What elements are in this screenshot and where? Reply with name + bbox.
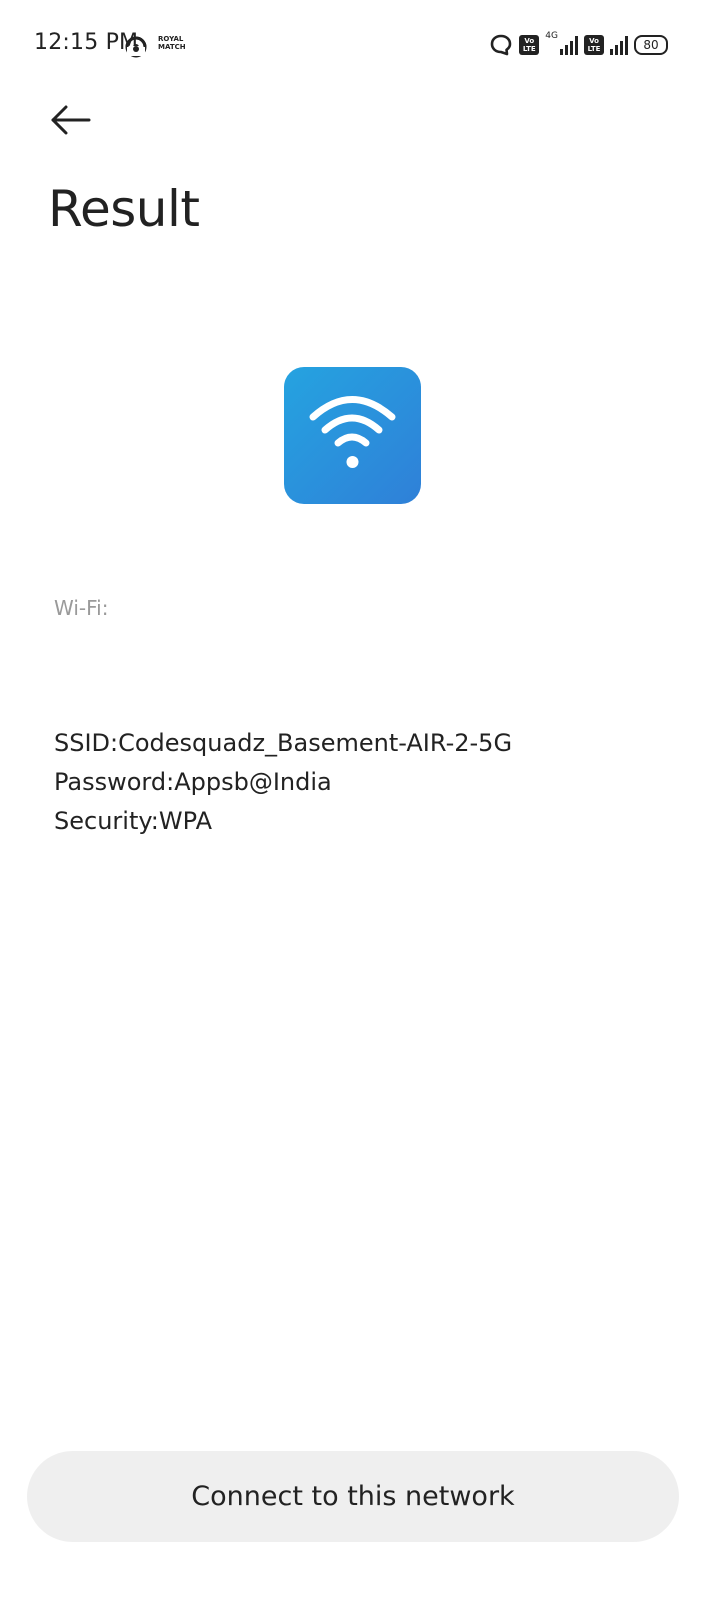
chat-icon [490,34,512,56]
result-type-label: Wi-Fi: [54,596,109,620]
signal-icon-2 [610,35,628,55]
status-bar: 12:15 PM ROYAL MATCH Vo LTE 4G Vo LTE 80 [0,0,720,90]
status-indicators: Vo LTE 4G Vo LTE 80 [489,30,668,60]
volte-icon: Vo LTE [519,35,540,55]
brand-line-1: ROYAL [158,35,184,43]
network-type: 4G [545,31,558,41]
battery-icon: 80 [634,35,668,55]
signal-icon [560,35,578,55]
arrow-left-icon [51,105,91,135]
back-button[interactable] [46,100,96,140]
wifi-tile [284,367,421,504]
volte-icon-2: Vo LTE [584,35,604,55]
screen: 12:15 PM ROYAL MATCH Vo LTE 4G Vo LTE 80… [0,0,720,1600]
brand-badge: ROYAL MATCH [158,35,188,51]
security-text: Security:WPA [54,807,212,835]
page-title: Result [48,180,200,238]
wifi-details: SSID:Codesquadz_Basement-AIR-2-5G Passwo… [54,724,512,841]
connect-button[interactable]: Connect to this network [27,1451,679,1542]
brand-line-2: MATCH [158,43,186,51]
password-text: Password:Appsb@India [54,768,332,796]
wifi-icon [309,396,396,468]
status-time: 12:15 PM [34,30,139,55]
ssid-text: SSID:Codesquadz_Basement-AIR-2-5G [54,729,513,757]
app-notification-icon [125,36,147,58]
